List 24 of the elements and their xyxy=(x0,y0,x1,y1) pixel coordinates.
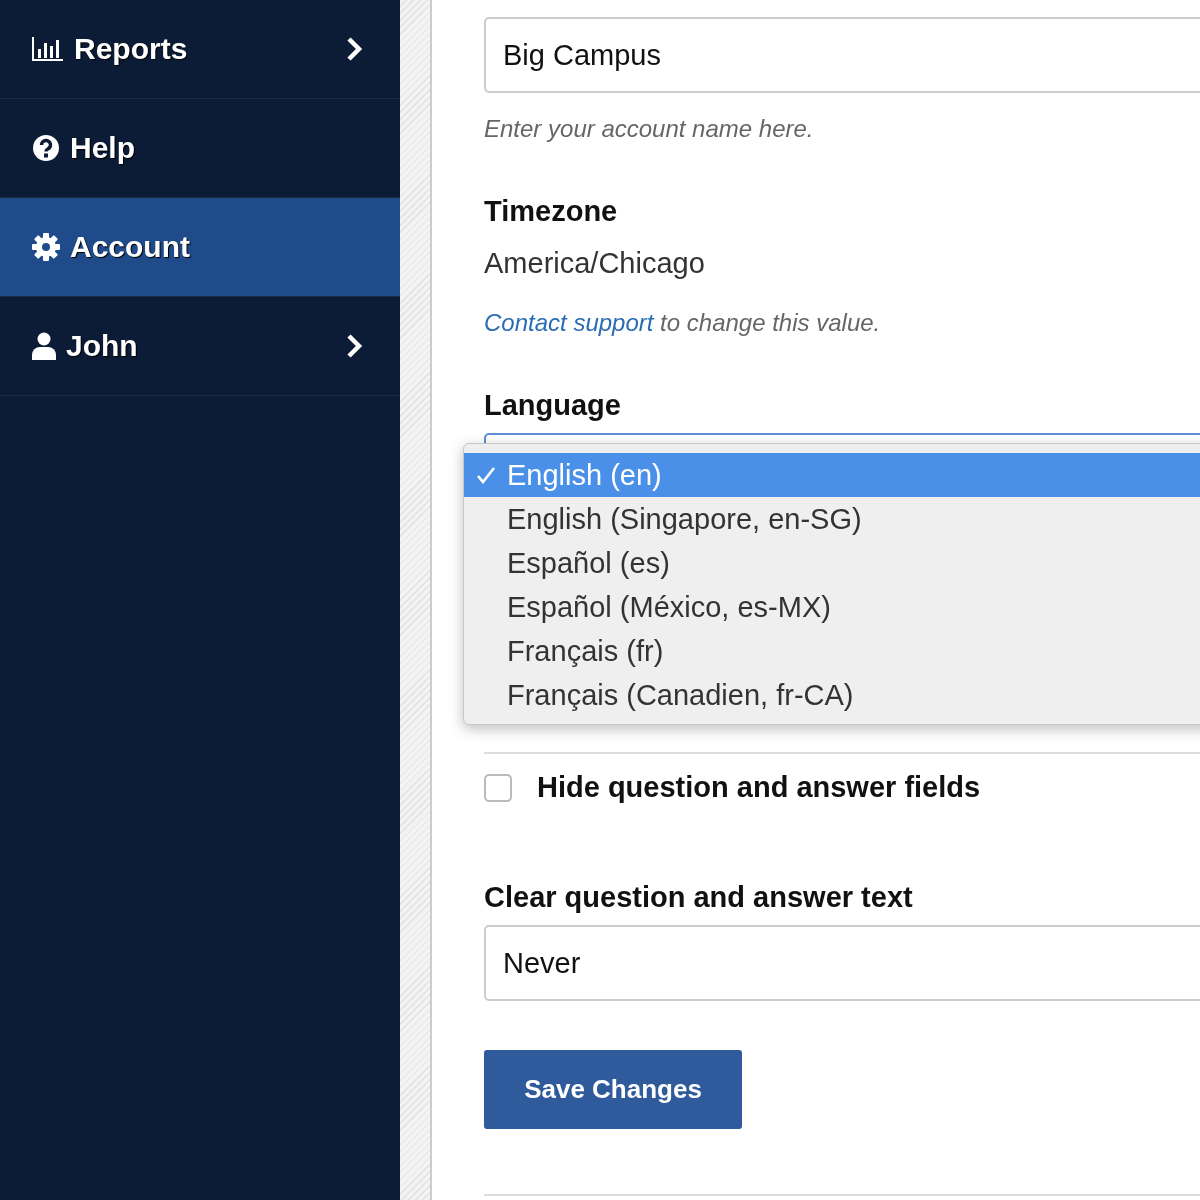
field-label: Timezone xyxy=(484,194,619,228)
dropdown-option[interactable]: Español (es) xyxy=(464,541,1200,585)
sidebar-item[interactable]: John xyxy=(0,297,400,396)
sidebar-item[interactable]: Account xyxy=(0,198,400,297)
dropdown-option[interactable]: English (Singapore, en-SG) xyxy=(464,497,1200,541)
save-button[interactable]: Save Changes xyxy=(484,1050,742,1129)
dropdown-option[interactable]: Español (México, es-MX) xyxy=(464,585,1200,629)
help-text: Contact support to change this value. xyxy=(484,309,882,337)
field-label: Language xyxy=(484,388,622,422)
checkmark-icon xyxy=(475,466,496,484)
dropdown-option[interactable]: Français (fr) xyxy=(464,629,1200,673)
field-label: Clear question and answer text xyxy=(484,880,914,914)
account-name-field[interactable]: Big Campus xyxy=(484,17,1200,93)
gear-icon xyxy=(32,233,60,261)
bar-chart-icon xyxy=(32,37,64,61)
clear-text-select[interactable]: Never xyxy=(484,925,1200,1001)
dropdown-option[interactable]: Français (Canadien, fr-CA) xyxy=(464,673,1200,717)
help-text: Enter your account name here. xyxy=(484,115,815,143)
checkbox-label: Hide question and answer fields xyxy=(537,771,981,804)
timezone-value: America/Chicago xyxy=(484,246,706,280)
checkbox[interactable] xyxy=(484,773,512,802)
contact-support-link[interactable]: Contact support xyxy=(484,309,654,336)
help-icon xyxy=(32,134,60,162)
user-icon xyxy=(32,332,56,360)
